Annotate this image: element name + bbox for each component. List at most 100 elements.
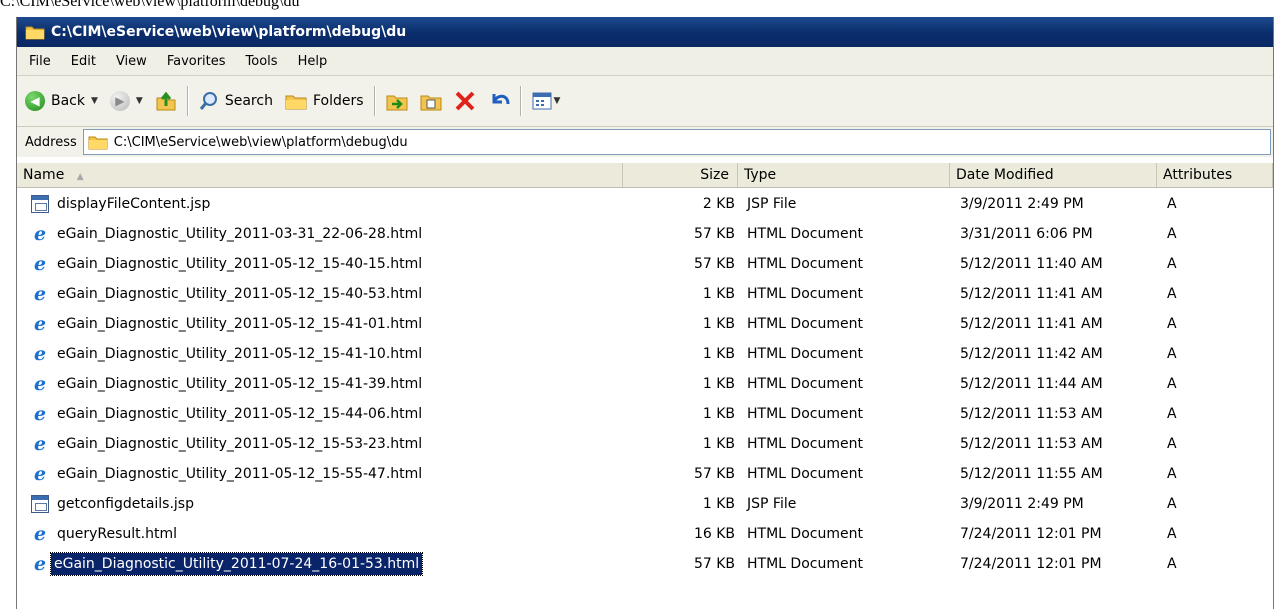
column-header-row: Name ▲ Size Type Date Modified Attribute… — [17, 163, 1273, 188]
file-size: 1 KB — [702, 346, 735, 362]
file-type: HTML Document — [747, 556, 863, 572]
menu-view[interactable]: View — [116, 54, 147, 69]
file-name: eGain_Diagnostic_Utility_2011-05-12_15-4… — [57, 406, 423, 422]
file-date-modified: 7/24/2011 12:01 PM — [960, 556, 1102, 572]
file-row[interactable]: displayFileContent.jsp 2 KB JSP File 3/9… — [17, 189, 1273, 219]
file-size: 57 KB — [693, 556, 735, 572]
delete-button[interactable] — [448, 85, 482, 117]
move-to-icon — [386, 95, 408, 111]
file-type: HTML Document — [747, 286, 863, 302]
file-date-modified: 5/12/2011 11:53 AM — [960, 406, 1103, 422]
ie-html-icon: e — [33, 223, 47, 245]
file-name: getconfigdetails.jsp — [57, 496, 194, 512]
file-name: eGain_Diagnostic_Utility_2011-05-12_15-5… — [57, 466, 423, 482]
column-header-name-label: Name — [23, 167, 65, 183]
jsp-file-icon — [31, 495, 49, 513]
column-header-type-label: Type — [744, 167, 777, 183]
views-dropdown-icon[interactable]: ▼ — [554, 96, 561, 106]
toolbar-separator — [519, 86, 522, 116]
file-row[interactable]: e eGain_Diagnostic_Utility_2011-05-12_15-… — [17, 339, 1273, 369]
file-date-modified: 5/12/2011 11:44 AM — [960, 376, 1103, 392]
title-bar[interactable]: C:\CIM\eService\web\view\platform\debug\… — [17, 17, 1273, 47]
file-type: HTML Document — [747, 406, 863, 422]
menu-favorites[interactable]: Favorites — [167, 54, 226, 69]
page-caption: C:\CIM\eService\web\view\platform\debug\… — [0, 0, 300, 10]
file-type: HTML Document — [747, 226, 863, 242]
ie-html-icon: e — [33, 433, 47, 455]
folders-button[interactable]: Folders — [279, 85, 370, 117]
file-row[interactable]: e eGain_Diagnostic_Utility_2011-05-12_15-… — [17, 429, 1273, 459]
ie-html-icon: e — [33, 283, 47, 305]
file-name: eGain_Diagnostic_Utility_2011-07-24_16-0… — [49, 552, 424, 576]
file-row[interactable]: e eGain_Diagnostic_Utility_2011-05-12_15-… — [17, 459, 1273, 489]
file-size: 1 KB — [702, 496, 735, 512]
file-attributes: A — [1167, 346, 1177, 362]
up-folder-button[interactable] — [149, 85, 183, 117]
explorer-window: C:\CIM\eService\web\view\platform\debug\… — [16, 17, 1274, 609]
undo-button[interactable] — [482, 85, 516, 117]
file-attributes: A — [1167, 436, 1177, 452]
file-attributes: A — [1167, 316, 1177, 332]
folder-icon — [25, 26, 45, 40]
file-date-modified: 5/12/2011 11:42 AM — [960, 346, 1103, 362]
file-size: 1 KB — [702, 406, 735, 422]
back-arrow-icon: ◀ — [25, 91, 45, 111]
file-name: eGain_Diagnostic_Utility_2011-05-12_15-5… — [57, 436, 423, 452]
file-name: eGain_Diagnostic_Utility_2011-03-31_22-0… — [57, 226, 423, 242]
back-button[interactable]: ◀ Back ▼ — [19, 85, 104, 117]
file-row[interactable]: e eGain_Diagnostic_Utility_2011-05-12_15-… — [17, 249, 1273, 279]
file-date-modified: 3/9/2011 2:49 PM — [960, 196, 1084, 212]
forward-dropdown-icon[interactable]: ▼ — [136, 96, 143, 106]
file-type: JSP File — [747, 496, 797, 512]
file-row[interactable]: e eGain_Diagnostic_Utility_2011-05-12_15-… — [17, 309, 1273, 339]
file-type: JSP File — [747, 196, 797, 212]
file-date-modified: 5/12/2011 11:41 AM — [960, 316, 1103, 332]
back-dropdown-icon[interactable]: ▼ — [91, 96, 98, 106]
views-button[interactable]: ▼ — [526, 85, 567, 117]
column-header-size-label: Size — [700, 167, 729, 183]
search-label: Search — [224, 93, 273, 109]
file-name: eGain_Diagnostic_Utility_2011-05-12_15-4… — [57, 286, 423, 302]
menu-bar: File Edit View Favorites Tools Help — [17, 47, 1273, 76]
file-row-selected[interactable]: e eGain_Diagnostic_Utility_2011-07-24_16-… — [17, 549, 1273, 579]
forward-arrow-icon: ▶ — [109, 91, 130, 111]
file-attributes: A — [1167, 256, 1177, 272]
file-attributes: A — [1167, 196, 1177, 212]
file-date-modified: 5/12/2011 11:53 AM — [960, 436, 1103, 452]
forward-button[interactable]: ▶ ▼ — [104, 85, 149, 117]
address-input[interactable]: C:\CIM\eService\web\view\platform\debug\… — [82, 129, 1271, 155]
column-header-size[interactable]: Size — [623, 163, 738, 187]
file-name: eGain_Diagnostic_Utility_2011-05-12_15-4… — [57, 346, 423, 362]
file-list: Name ▲ Size Type Date Modified Attribute… — [17, 157, 1273, 609]
menu-help[interactable]: Help — [298, 54, 328, 69]
file-row[interactable]: e eGain_Diagnostic_Utility_2011-05-12_15-… — [17, 279, 1273, 309]
folders-icon — [285, 95, 307, 110]
file-row[interactable]: e queryResult.html 16 KB HTML Document 7/… — [17, 519, 1273, 549]
file-date-modified: 7/24/2011 12:01 PM — [960, 526, 1102, 542]
window-title: C:\CIM\eService\web\view\platform\debug\… — [51, 24, 407, 40]
column-header-type[interactable]: Type — [738, 163, 950, 187]
move-to-button[interactable] — [380, 85, 414, 117]
file-row[interactable]: getconfigdetails.jsp 1 KB JSP File 3/9/2… — [17, 489, 1273, 519]
column-header-name[interactable]: Name ▲ — [17, 163, 623, 187]
up-folder-icon — [156, 91, 176, 111]
search-button[interactable]: Search — [193, 85, 279, 117]
column-header-attributes[interactable]: Attributes — [1157, 163, 1273, 187]
file-date-modified: 5/12/2011 11:40 AM — [960, 256, 1103, 272]
file-row[interactable]: e eGain_Diagnostic_Utility_2011-03-31_22-… — [17, 219, 1273, 249]
menu-file[interactable]: File — [29, 54, 51, 69]
copy-to-button[interactable] — [414, 85, 448, 117]
menu-edit[interactable]: Edit — [71, 54, 96, 69]
column-header-date-label: Date Modified — [956, 167, 1054, 183]
copy-to-icon — [420, 95, 442, 111]
file-attributes: A — [1167, 526, 1177, 542]
file-row[interactable]: e eGain_Diagnostic_Utility_2011-05-12_15-… — [17, 369, 1273, 399]
toolbar-separator — [186, 86, 189, 116]
file-row[interactable]: e eGain_Diagnostic_Utility_2011-05-12_15-… — [17, 399, 1273, 429]
file-date-modified: 5/12/2011 11:55 AM — [960, 466, 1103, 482]
file-attributes: A — [1167, 376, 1177, 392]
jsp-file-icon — [31, 195, 49, 213]
menu-tools[interactable]: Tools — [246, 54, 278, 69]
column-header-date-modified[interactable]: Date Modified — [950, 163, 1157, 187]
file-type: HTML Document — [747, 526, 863, 542]
